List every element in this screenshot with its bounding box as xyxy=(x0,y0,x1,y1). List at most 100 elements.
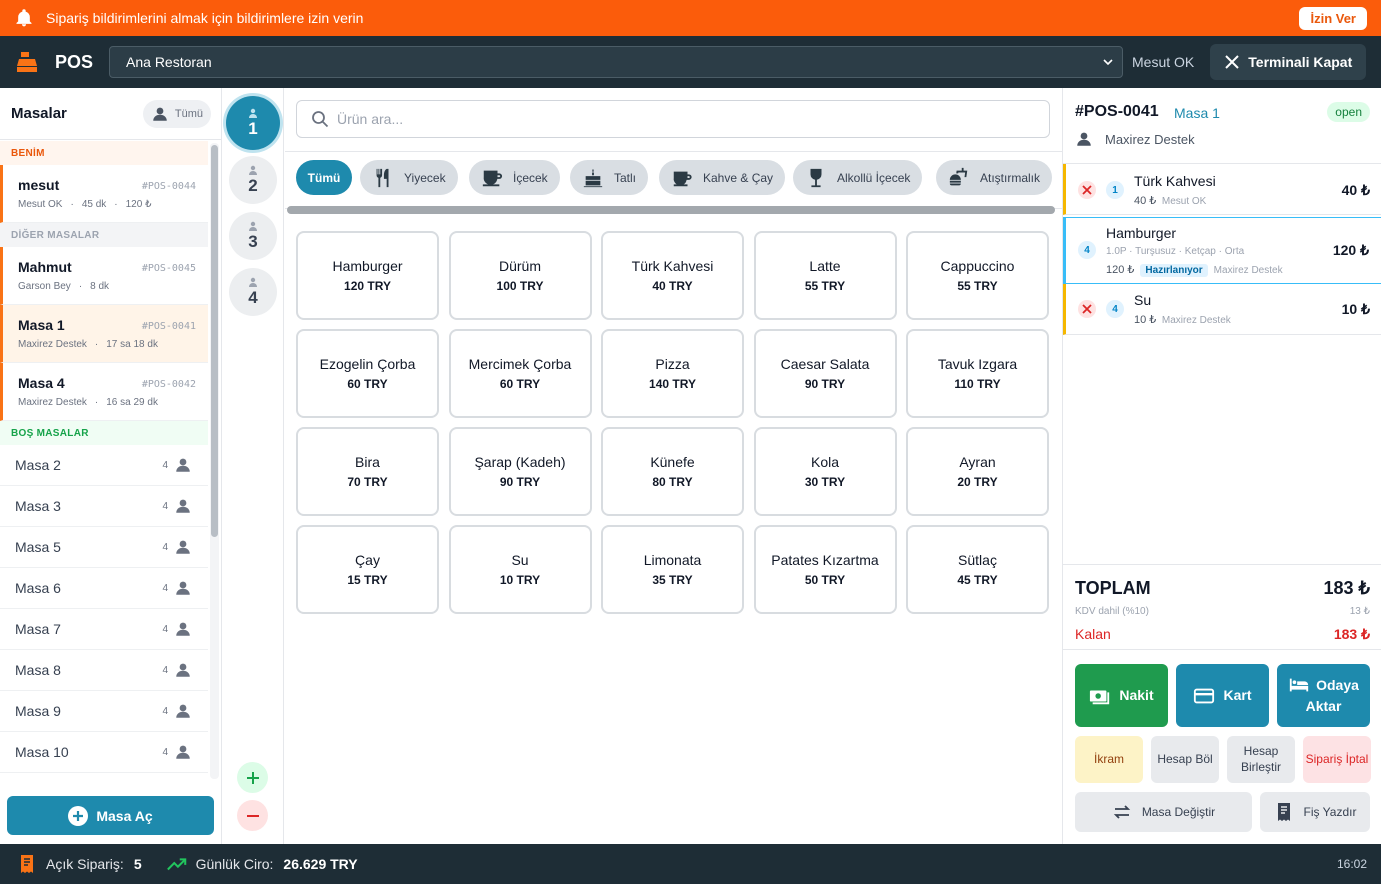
capacity: 4 xyxy=(162,705,168,717)
close-terminal-button[interactable]: Terminali Kapat xyxy=(1210,44,1367,80)
table-filter-button[interactable]: Tümü xyxy=(142,99,211,128)
order-item[interactable]: 4 Su 10 ₺ Maxirez Destek 10 ₺ xyxy=(1063,284,1381,335)
product-card[interactable]: Türk Kahvesi 40 TRY xyxy=(601,231,744,320)
product-card[interactable]: Künefe 80 TRY xyxy=(601,427,744,516)
product-card[interactable]: Su 10 TRY xyxy=(448,525,592,614)
product-card[interactable]: Kola 30 TRY xyxy=(753,427,897,516)
category-drinks[interactable]: İçecek xyxy=(469,160,560,195)
order-totals: TOPLAM 183 ₺ KDV dahil (%10) 13 ₺ Kalan … xyxy=(1063,564,1381,650)
complimentary-button[interactable]: İkram xyxy=(1075,736,1143,783)
product-price: 120 TRY xyxy=(344,279,391,293)
product-card[interactable]: Ezogelin Çorba 60 TRY xyxy=(296,329,439,418)
empty-table-row[interactable]: Masa 9 4 xyxy=(0,691,208,732)
split-bill-button[interactable]: Hesap Böl xyxy=(1151,736,1219,783)
pay-cash-label: Nakit xyxy=(1119,687,1154,703)
product-card[interactable]: Şarap (Kadeh) 90 TRY xyxy=(448,427,592,516)
person-icon xyxy=(153,107,167,121)
empty-table-row[interactable]: Masa 7 4 xyxy=(0,609,208,650)
person-icon xyxy=(176,745,190,759)
product-price: 60 TRY xyxy=(347,377,388,391)
receipt-icon xyxy=(21,855,33,873)
empty-table-row[interactable]: Masa 3 4 xyxy=(0,486,208,527)
table-row-mesut[interactable]: mesut #POS-0044 Mesut OK · 45 dk · 120 ₺ xyxy=(0,165,208,223)
pay-cash-button[interactable]: Nakit xyxy=(1075,664,1168,727)
empty-table-row[interactable]: Masa 10 4 xyxy=(0,732,208,773)
plus-icon xyxy=(246,771,259,784)
product-name: Dürüm xyxy=(498,258,541,274)
product-card[interactable]: Tavuk Izgara 110 TRY xyxy=(906,329,1049,418)
cancel-order-button[interactable]: Sipariş İptal xyxy=(1303,736,1371,783)
product-name: Şarap (Kadeh) xyxy=(474,454,566,470)
person-icon xyxy=(249,108,257,118)
print-receipt-button[interactable]: Fiş Yazdır xyxy=(1260,792,1370,832)
pay-card-button[interactable]: Kart xyxy=(1176,664,1269,727)
capacity: 4 xyxy=(162,623,168,635)
product-card[interactable]: Sütlaç 45 TRY xyxy=(906,525,1049,614)
product-name: Bira xyxy=(355,454,380,470)
guest-2-button[interactable]: 2 xyxy=(229,156,277,204)
person-icon xyxy=(176,540,190,554)
remove-item-icon[interactable] xyxy=(1078,300,1096,318)
category-bar: Tümü Yiyecek İçecek Tatlı Kahve & Çay Al… xyxy=(285,151,1062,209)
table-row-masa-1[interactable]: Masa 1 #POS-0041 Maxirez Destek · 17 sa 18… xyxy=(0,305,208,363)
section-mine: BENİM xyxy=(0,141,208,165)
table-row-mahmut[interactable]: Mahmut #POS-0045 Garson Bey · 8 dk xyxy=(0,247,208,305)
close-terminal-label: Terminali Kapat xyxy=(1248,54,1353,70)
scrollbar-thumb[interactable] xyxy=(211,145,218,537)
product-card[interactable]: Ayran 20 TRY xyxy=(906,427,1049,516)
product-card[interactable]: Bira 70 TRY xyxy=(296,427,439,516)
category-snacks[interactable]: Atıştırmalık xyxy=(936,160,1053,195)
empty-table-row[interactable]: Masa 6 4 xyxy=(0,568,208,609)
change-table-button[interactable]: Masa Değiştir xyxy=(1075,792,1252,832)
product-price: 55 TRY xyxy=(804,279,846,293)
transfer-label-1: Odaya xyxy=(1316,676,1359,693)
table-list-scrollbar[interactable] xyxy=(210,143,219,779)
empty-table-row[interactable]: Masa 8 4 xyxy=(0,650,208,691)
guest-4-button[interactable]: 4 xyxy=(229,268,277,316)
guest-3-button[interactable]: 3 xyxy=(229,212,277,260)
product-card[interactable]: Latte 55 TRY xyxy=(753,231,897,320)
category-dessert[interactable]: Tatlı xyxy=(570,160,649,195)
product-card[interactable]: Caesar Salata 90 TRY xyxy=(753,329,897,418)
branch-select[interactable]: Ana Restoran xyxy=(109,46,1124,78)
add-guest-button[interactable] xyxy=(237,762,268,793)
capacity: 4 xyxy=(162,459,168,471)
table-name: Masa 8 xyxy=(15,662,61,678)
category-alcohol[interactable]: Alkollü İçecek xyxy=(793,160,923,195)
product-card[interactable]: Pizza 140 TRY xyxy=(601,329,744,418)
order-header: #POS-0041 Masa 1 open Maxirez Destek xyxy=(1063,88,1381,164)
table-row-masa-4[interactable]: Masa 4 #POS-0042 Maxirez Destek · 16 sa 29… xyxy=(0,363,208,421)
product-card[interactable]: Çay 15 TRY xyxy=(296,525,439,614)
order-panel: #POS-0041 Masa 1 open Maxirez Destek 1 T… xyxy=(1062,88,1381,844)
guest-1-button[interactable]: 1 xyxy=(226,96,280,150)
order-item[interactable]: 4 Hamburger 1.0P · Turşusuz · Ketçap · O… xyxy=(1063,217,1381,284)
product-card[interactable]: Mercimek Çorba 60 TRY xyxy=(448,329,592,418)
product-search-input[interactable]: Ürün ara... xyxy=(296,100,1050,138)
product-price: 90 TRY xyxy=(804,377,846,391)
category-scrollbar[interactable] xyxy=(287,206,1055,214)
remove-item-icon[interactable] xyxy=(1078,181,1096,199)
product-name: Pizza xyxy=(655,356,690,372)
empty-table-row[interactable]: Masa 2 4 xyxy=(0,445,208,486)
category-food[interactable]: Yiyecek xyxy=(360,160,458,195)
pay-card-label: Kart xyxy=(1223,687,1252,703)
open-table-button[interactable]: Masa Aç xyxy=(7,796,214,835)
product-card[interactable]: Patates Kızartma 50 TRY xyxy=(753,525,897,614)
product-name: Latte xyxy=(809,258,841,274)
empty-table-row[interactable]: Masa 5 4 xyxy=(0,527,208,568)
category-all[interactable]: Tümü xyxy=(296,160,352,195)
transfer-to-room-button[interactable]: Odaya Aktar xyxy=(1277,664,1370,727)
product-card[interactable]: Limonata 35 TRY xyxy=(601,525,744,614)
product-card[interactable]: Hamburger 120 TRY xyxy=(296,231,439,320)
remove-guest-button[interactable] xyxy=(237,800,268,831)
category-coffee-tea[interactable]: Kahve & Çay xyxy=(659,160,786,195)
allow-notifications-button[interactable]: İzin Ver xyxy=(1299,6,1367,30)
item-price: 10 ₺ xyxy=(1341,301,1370,317)
product-price: 40 TRY xyxy=(652,279,693,293)
product-card[interactable]: Dürüm 100 TRY xyxy=(448,231,592,320)
separator: · xyxy=(94,397,99,408)
order-item[interactable]: 1 Türk Kahvesi 40 ₺ Mesut OK 40 ₺ xyxy=(1063,164,1381,215)
product-card[interactable]: Cappuccino 55 TRY xyxy=(906,231,1049,320)
merge-bill-button[interactable]: Hesap Birleştir xyxy=(1227,736,1295,783)
product-price: 100 TRY xyxy=(496,279,544,293)
